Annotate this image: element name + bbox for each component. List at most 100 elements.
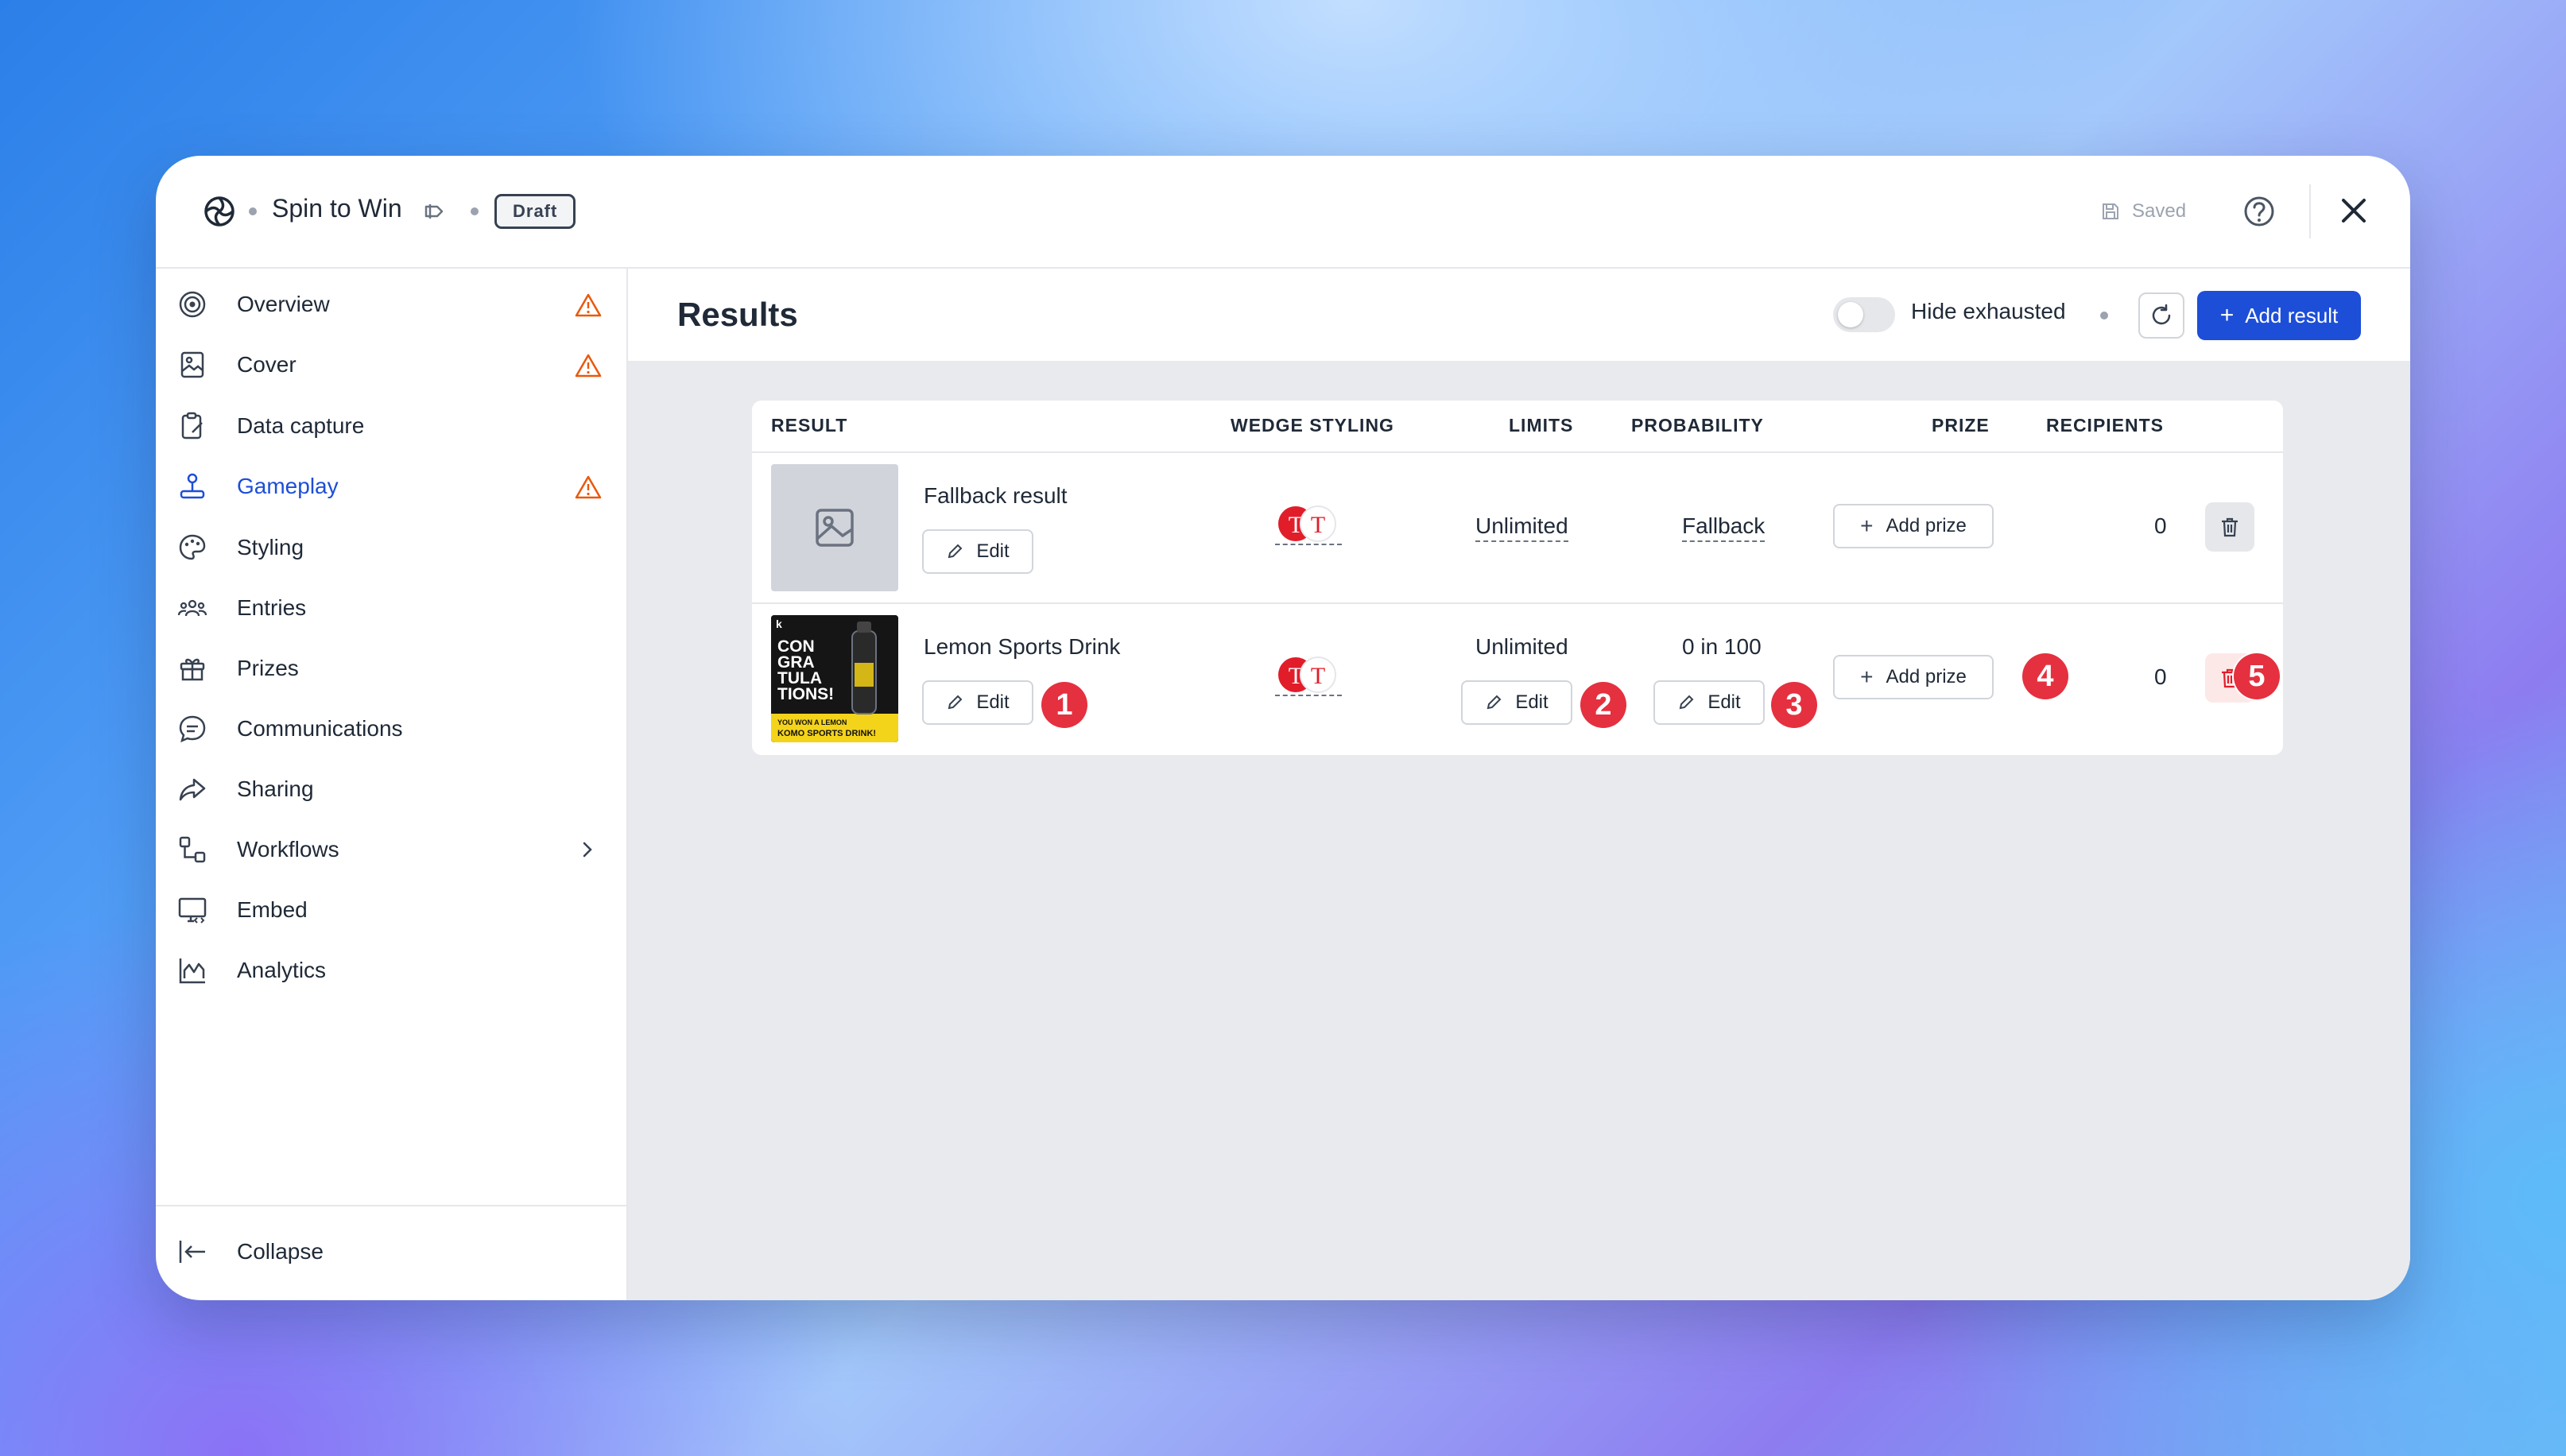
add-prize-button[interactable]: + Add prize <box>1833 504 1994 548</box>
sidebar-item-label: Styling <box>237 535 304 560</box>
saved-label: Saved <box>2132 200 2187 222</box>
column-header-result: RESULT <box>771 415 848 436</box>
target-icon <box>179 291 206 318</box>
close-icon[interactable] <box>2334 191 2374 230</box>
sidebar: Overview Cover Data capture Gameplay Sty… <box>156 269 628 1300</box>
edit-label: Edit <box>1707 691 1741 713</box>
refresh-button[interactable] <box>2138 292 2184 339</box>
column-header-prize: PRIZE <box>1932 415 1990 436</box>
app-title[interactable]: Spin to Win <box>272 194 402 223</box>
header-divider <box>2309 184 2311 238</box>
sidebar-item-label: Sharing <box>237 776 314 801</box>
column-header-recipients: RECIPIENTS <box>2046 415 2165 436</box>
recipients-count: 0 <box>2154 513 2167 538</box>
wedge-style-swatch[interactable]: T T <box>1275 655 1342 696</box>
pencil-icon <box>948 544 963 559</box>
hide-exhausted-label: Hide exhausted <box>1911 299 2066 323</box>
sidebar-item-cover[interactable]: Cover <box>176 340 606 389</box>
limits-value[interactable]: Unlimited <box>1475 513 1568 542</box>
toggle-knob <box>1838 302 1863 327</box>
spiral-logo-icon[interactable] <box>200 192 238 230</box>
edit-label: Edit <box>1515 691 1549 713</box>
annotation-badge-5: 5 <box>2234 653 2280 699</box>
collapse-label: Collapse <box>237 1239 324 1264</box>
status-badge: Draft <box>494 194 576 229</box>
svg-text:YOU WON A LEMON: YOU WON A LEMON <box>777 718 847 726</box>
image-icon <box>180 351 204 378</box>
edit-result-button[interactable]: Edit <box>922 680 1033 725</box>
pencil-icon <box>948 695 963 710</box>
sidebar-item-data-capture[interactable]: Data capture <box>176 401 606 451</box>
page-title: Results <box>677 296 798 333</box>
main-panel: Results Hide exhausted + Add result RESU… <box>628 269 2410 1300</box>
add-prize-label: Add prize <box>1886 666 1967 687</box>
sidebar-footer: Collapse <box>156 1205 626 1300</box>
sidebar-item-label: Analytics <box>237 958 327 982</box>
hide-exhausted-toggle[interactable] <box>1833 297 1895 332</box>
row-divider <box>752 602 2283 604</box>
probability-value[interactable]: Fallback <box>1682 513 1766 542</box>
warning-icon <box>575 293 602 317</box>
sidebar-item-gameplay[interactable]: Gameplay <box>176 462 606 511</box>
sidebar-item-label: Embed <box>237 897 308 922</box>
workflow-icon <box>179 836 206 863</box>
plus-icon: + <box>1860 513 1874 538</box>
results-toolbar: Results Hide exhausted + Add result <box>628 269 2410 361</box>
sidebar-item-sharing[interactable]: Sharing <box>176 765 606 814</box>
monitor-code-icon <box>178 897 207 924</box>
sidebar-item-label: Workflows <box>237 837 339 862</box>
sidebar-item-workflows[interactable]: Workflows <box>176 825 606 874</box>
add-result-button[interactable]: + Add result <box>2197 291 2361 340</box>
share-icon <box>179 778 206 801</box>
result-image[interactable]: k CON GRA TULA TIONS! YOU WON A LEMON KO… <box>771 615 898 742</box>
image-placeholder-icon <box>816 509 854 547</box>
tag-icon[interactable] <box>421 197 450 226</box>
separator-dot <box>249 207 257 215</box>
sidebar-item-label: Data capture <box>237 413 365 438</box>
header-divider <box>752 451 2283 453</box>
separator-dot <box>471 207 479 215</box>
svg-text:T: T <box>1311 512 1325 538</box>
sidebar-item-entries[interactable]: Entries <box>176 583 606 633</box>
sidebar-item-label: Entries <box>237 595 307 620</box>
svg-text:T: T <box>1311 663 1325 689</box>
edit-label: Edit <box>976 691 1010 713</box>
recipients-count: 0 <box>2154 664 2167 689</box>
sidebar-item-styling[interactable]: Styling <box>176 523 606 572</box>
users-icon <box>177 599 207 617</box>
collapse-button[interactable]: Collapse <box>176 1227 324 1276</box>
sidebar-item-label: Prizes <box>237 656 299 680</box>
help-icon[interactable] <box>2238 191 2280 232</box>
sidebar-item-communications[interactable]: Communications <box>176 704 606 753</box>
refresh-icon <box>2152 304 2171 325</box>
sidebar-item-analytics[interactable]: Analytics <box>176 946 606 995</box>
sidebar-item-overview[interactable]: Overview <box>176 280 606 329</box>
annotation-badge-4: 4 <box>2022 653 2068 699</box>
edit-result-button[interactable]: Edit <box>922 529 1033 574</box>
svg-text:KOMO SPORTS DRINK!: KOMO SPORTS DRINK! <box>777 729 876 738</box>
svg-text:k: k <box>776 618 782 630</box>
add-result-label: Add result <box>2245 303 2339 327</box>
result-image-placeholder[interactable] <box>771 464 898 591</box>
add-prize-button[interactable]: + Add prize <box>1833 655 1994 699</box>
delete-result-button[interactable] <box>2205 502 2254 552</box>
column-header-wedge-styling: WEDGE STYLING <box>1231 415 1394 436</box>
collapse-arrow-icon <box>179 1241 205 1263</box>
separator-dot <box>2100 312 2108 319</box>
sidebar-item-label: Gameplay <box>237 474 339 498</box>
svg-text:TIONS!: TIONS! <box>777 685 834 703</box>
chat-icon <box>179 715 206 743</box>
app-window: Spin to Win Draft Saved Overview Cover D… <box>156 156 2410 1300</box>
joystick-icon <box>180 473 205 499</box>
plus-icon: + <box>2219 302 2235 328</box>
add-prize-label: Add prize <box>1886 515 1967 536</box>
edit-probability-button[interactable]: Edit <box>1653 680 1765 725</box>
result-name: Fallback result <box>924 483 1068 508</box>
edit-limits-button[interactable]: Edit <box>1461 680 1572 725</box>
pencil-icon <box>1680 695 1694 710</box>
annotation-badge-2: 2 <box>1580 682 1626 728</box>
sidebar-item-prizes[interactable]: Prizes <box>176 644 606 693</box>
sidebar-item-embed[interactable]: Embed <box>176 885 606 935</box>
wedge-style-swatch[interactable]: T T <box>1275 504 1342 545</box>
sidebar-item-label: Overview <box>237 292 330 316</box>
